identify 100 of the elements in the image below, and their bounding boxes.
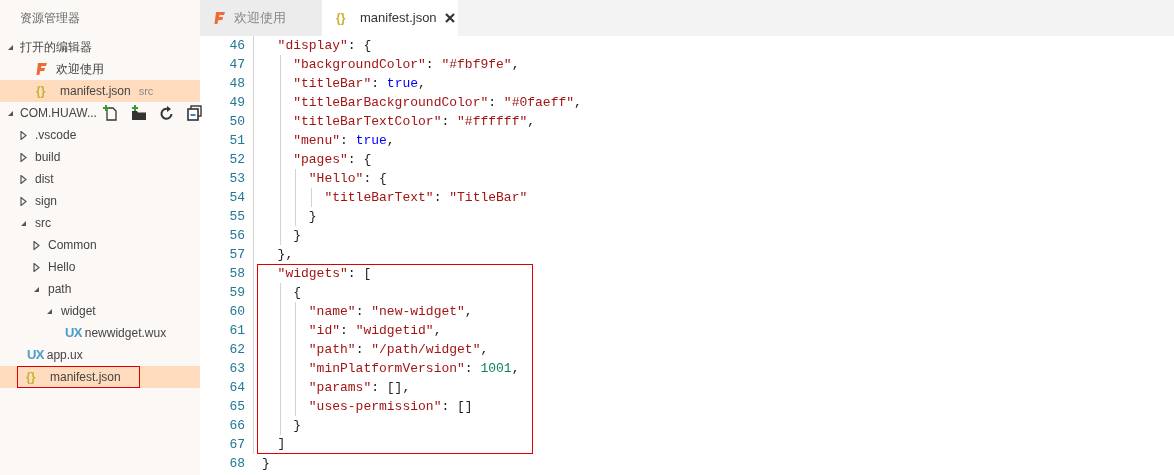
line-number: 52 bbox=[228, 150, 245, 169]
braces-icon: {} bbox=[36, 82, 52, 100]
file-name: app.ux bbox=[46, 347, 83, 364]
code-line: } bbox=[307, 207, 317, 226]
tree-item[interactable]: path bbox=[0, 278, 200, 300]
folder-name: sign bbox=[35, 193, 57, 210]
folder-label: src bbox=[138, 83, 154, 99]
sidebar-title: 资源管理器 bbox=[19, 10, 81, 27]
code-line: "titleBarText": "TitleBar" bbox=[323, 188, 528, 207]
expanded-caret-icon bbox=[33, 285, 40, 293]
line-number: 65 bbox=[228, 397, 245, 416]
line-number: 47 bbox=[228, 55, 245, 74]
folder-name: Hello bbox=[48, 259, 76, 276]
code-line: } bbox=[292, 416, 301, 435]
code-line: "titleBarTextColor": "#ffffff", bbox=[292, 112, 536, 131]
tree-item[interactable]: Hello bbox=[0, 256, 200, 278]
collapsed-caret-icon bbox=[33, 240, 40, 250]
collapsed-caret-icon bbox=[20, 196, 27, 206]
line-number: 68 bbox=[228, 454, 245, 473]
expanded-caret-icon bbox=[7, 43, 14, 51]
braces-icon: {} bbox=[26, 368, 42, 386]
code-line: "display": { bbox=[276, 36, 372, 55]
line-number: 60 bbox=[228, 302, 245, 321]
folder-name: widget bbox=[61, 303, 96, 320]
code-line: ] bbox=[276, 435, 286, 454]
code-line: "uses-permission": [] bbox=[307, 397, 473, 416]
line-number: 54 bbox=[228, 188, 245, 207]
collapsed-caret-icon bbox=[20, 130, 27, 140]
line-number: 55 bbox=[228, 207, 245, 226]
braces-icon: {} bbox=[336, 9, 352, 27]
code-line: } bbox=[262, 454, 270, 473]
tree-item[interactable]: UX newwidget.wux bbox=[0, 322, 200, 344]
code-line: "titleBarBackgroundColor": "#0faeff", bbox=[292, 93, 582, 112]
folder-name: src bbox=[35, 215, 51, 232]
line-number: 67 bbox=[228, 435, 245, 454]
collapsed-caret-icon bbox=[20, 174, 27, 184]
editor-tab[interactable]: {} manifest.json bbox=[322, 0, 458, 36]
line-number: 66 bbox=[228, 416, 245, 435]
folder-name: path bbox=[48, 281, 72, 298]
collapsed-caret-icon bbox=[20, 152, 27, 162]
folder-name: Common bbox=[48, 237, 97, 254]
line-number: 51 bbox=[228, 131, 245, 150]
f-logo-icon bbox=[36, 62, 48, 76]
f-logo-icon bbox=[214, 11, 226, 25]
new-folder-icon[interactable] bbox=[130, 105, 147, 121]
code-line: } bbox=[292, 226, 301, 245]
code-line: "backgroundColor": "#fbf9fe", bbox=[292, 55, 520, 74]
line-number: 50 bbox=[228, 112, 245, 131]
file-name: manifest.json bbox=[60, 83, 131, 100]
folder-name: build bbox=[35, 149, 61, 166]
code-line: "path": "/path/widget", bbox=[307, 340, 489, 359]
code-line: { bbox=[292, 283, 301, 302]
ux-file-icon: UX bbox=[27, 345, 44, 365]
code-line: "id": "widgetid", bbox=[307, 321, 442, 340]
line-number: 59 bbox=[228, 283, 245, 302]
file-name: 欢迎使用 bbox=[56, 61, 104, 78]
tree-item[interactable]: src bbox=[0, 212, 200, 234]
line-number: 63 bbox=[228, 359, 245, 378]
refresh-icon[interactable] bbox=[158, 105, 175, 121]
section-header[interactable]: 打开的编辑器 bbox=[0, 36, 200, 58]
line-number: 49 bbox=[228, 93, 245, 112]
tree-item[interactable]: {} manifest.json bbox=[0, 366, 200, 388]
open-editor-item[interactable]: {} manifest.json src bbox=[0, 80, 200, 102]
tree-item[interactable]: dist bbox=[0, 168, 200, 190]
folder-name: .vscode bbox=[35, 127, 77, 144]
code-line: "titleBar": true, bbox=[292, 74, 426, 93]
code-line: "name": "new-widget", bbox=[307, 302, 473, 321]
tree-item[interactable]: Common bbox=[0, 234, 200, 256]
code-line: "widgets": [ bbox=[276, 265, 372, 284]
expanded-caret-icon bbox=[20, 219, 27, 227]
collapse-all-icon[interactable] bbox=[186, 105, 203, 121]
project-title: COM.HUAW... bbox=[20, 105, 97, 122]
code-line: "params": [], bbox=[307, 378, 411, 397]
line-number: 48 bbox=[228, 74, 245, 93]
collapsed-caret-icon bbox=[33, 262, 40, 272]
line-number: 56 bbox=[228, 226, 245, 245]
expanded-caret-icon bbox=[46, 307, 53, 315]
new-file-icon[interactable] bbox=[102, 105, 119, 121]
line-number: 53 bbox=[228, 169, 245, 188]
code-line: "pages": { bbox=[292, 150, 372, 169]
tree-item[interactable]: build bbox=[0, 146, 200, 168]
line-number: 46 bbox=[228, 36, 245, 55]
code-line: }, bbox=[276, 245, 294, 264]
tree-item[interactable]: .vscode bbox=[0, 124, 200, 146]
close-icon[interactable] bbox=[444, 13, 455, 23]
tree-item[interactable]: sign bbox=[0, 190, 200, 212]
file-name: manifest.json bbox=[50, 369, 121, 386]
line-number: 58 bbox=[228, 264, 245, 283]
tree-item[interactable]: widget bbox=[0, 300, 200, 322]
code-line: "Hello": { bbox=[307, 169, 387, 188]
code-line: "minPlatformVersion": 1001, bbox=[307, 359, 520, 378]
line-number: 64 bbox=[228, 378, 245, 397]
open-editor-item[interactable]: 欢迎使用 bbox=[0, 58, 200, 80]
folder-name: dist bbox=[35, 171, 54, 188]
file-name: newwidget.wux bbox=[84, 325, 167, 342]
line-number: 57 bbox=[228, 245, 245, 264]
ux-file-icon: UX bbox=[65, 323, 82, 343]
tree-item[interactable]: UX app.ux bbox=[0, 344, 200, 366]
line-number: 61 bbox=[228, 321, 245, 340]
code-line: "menu": true, bbox=[292, 131, 395, 150]
